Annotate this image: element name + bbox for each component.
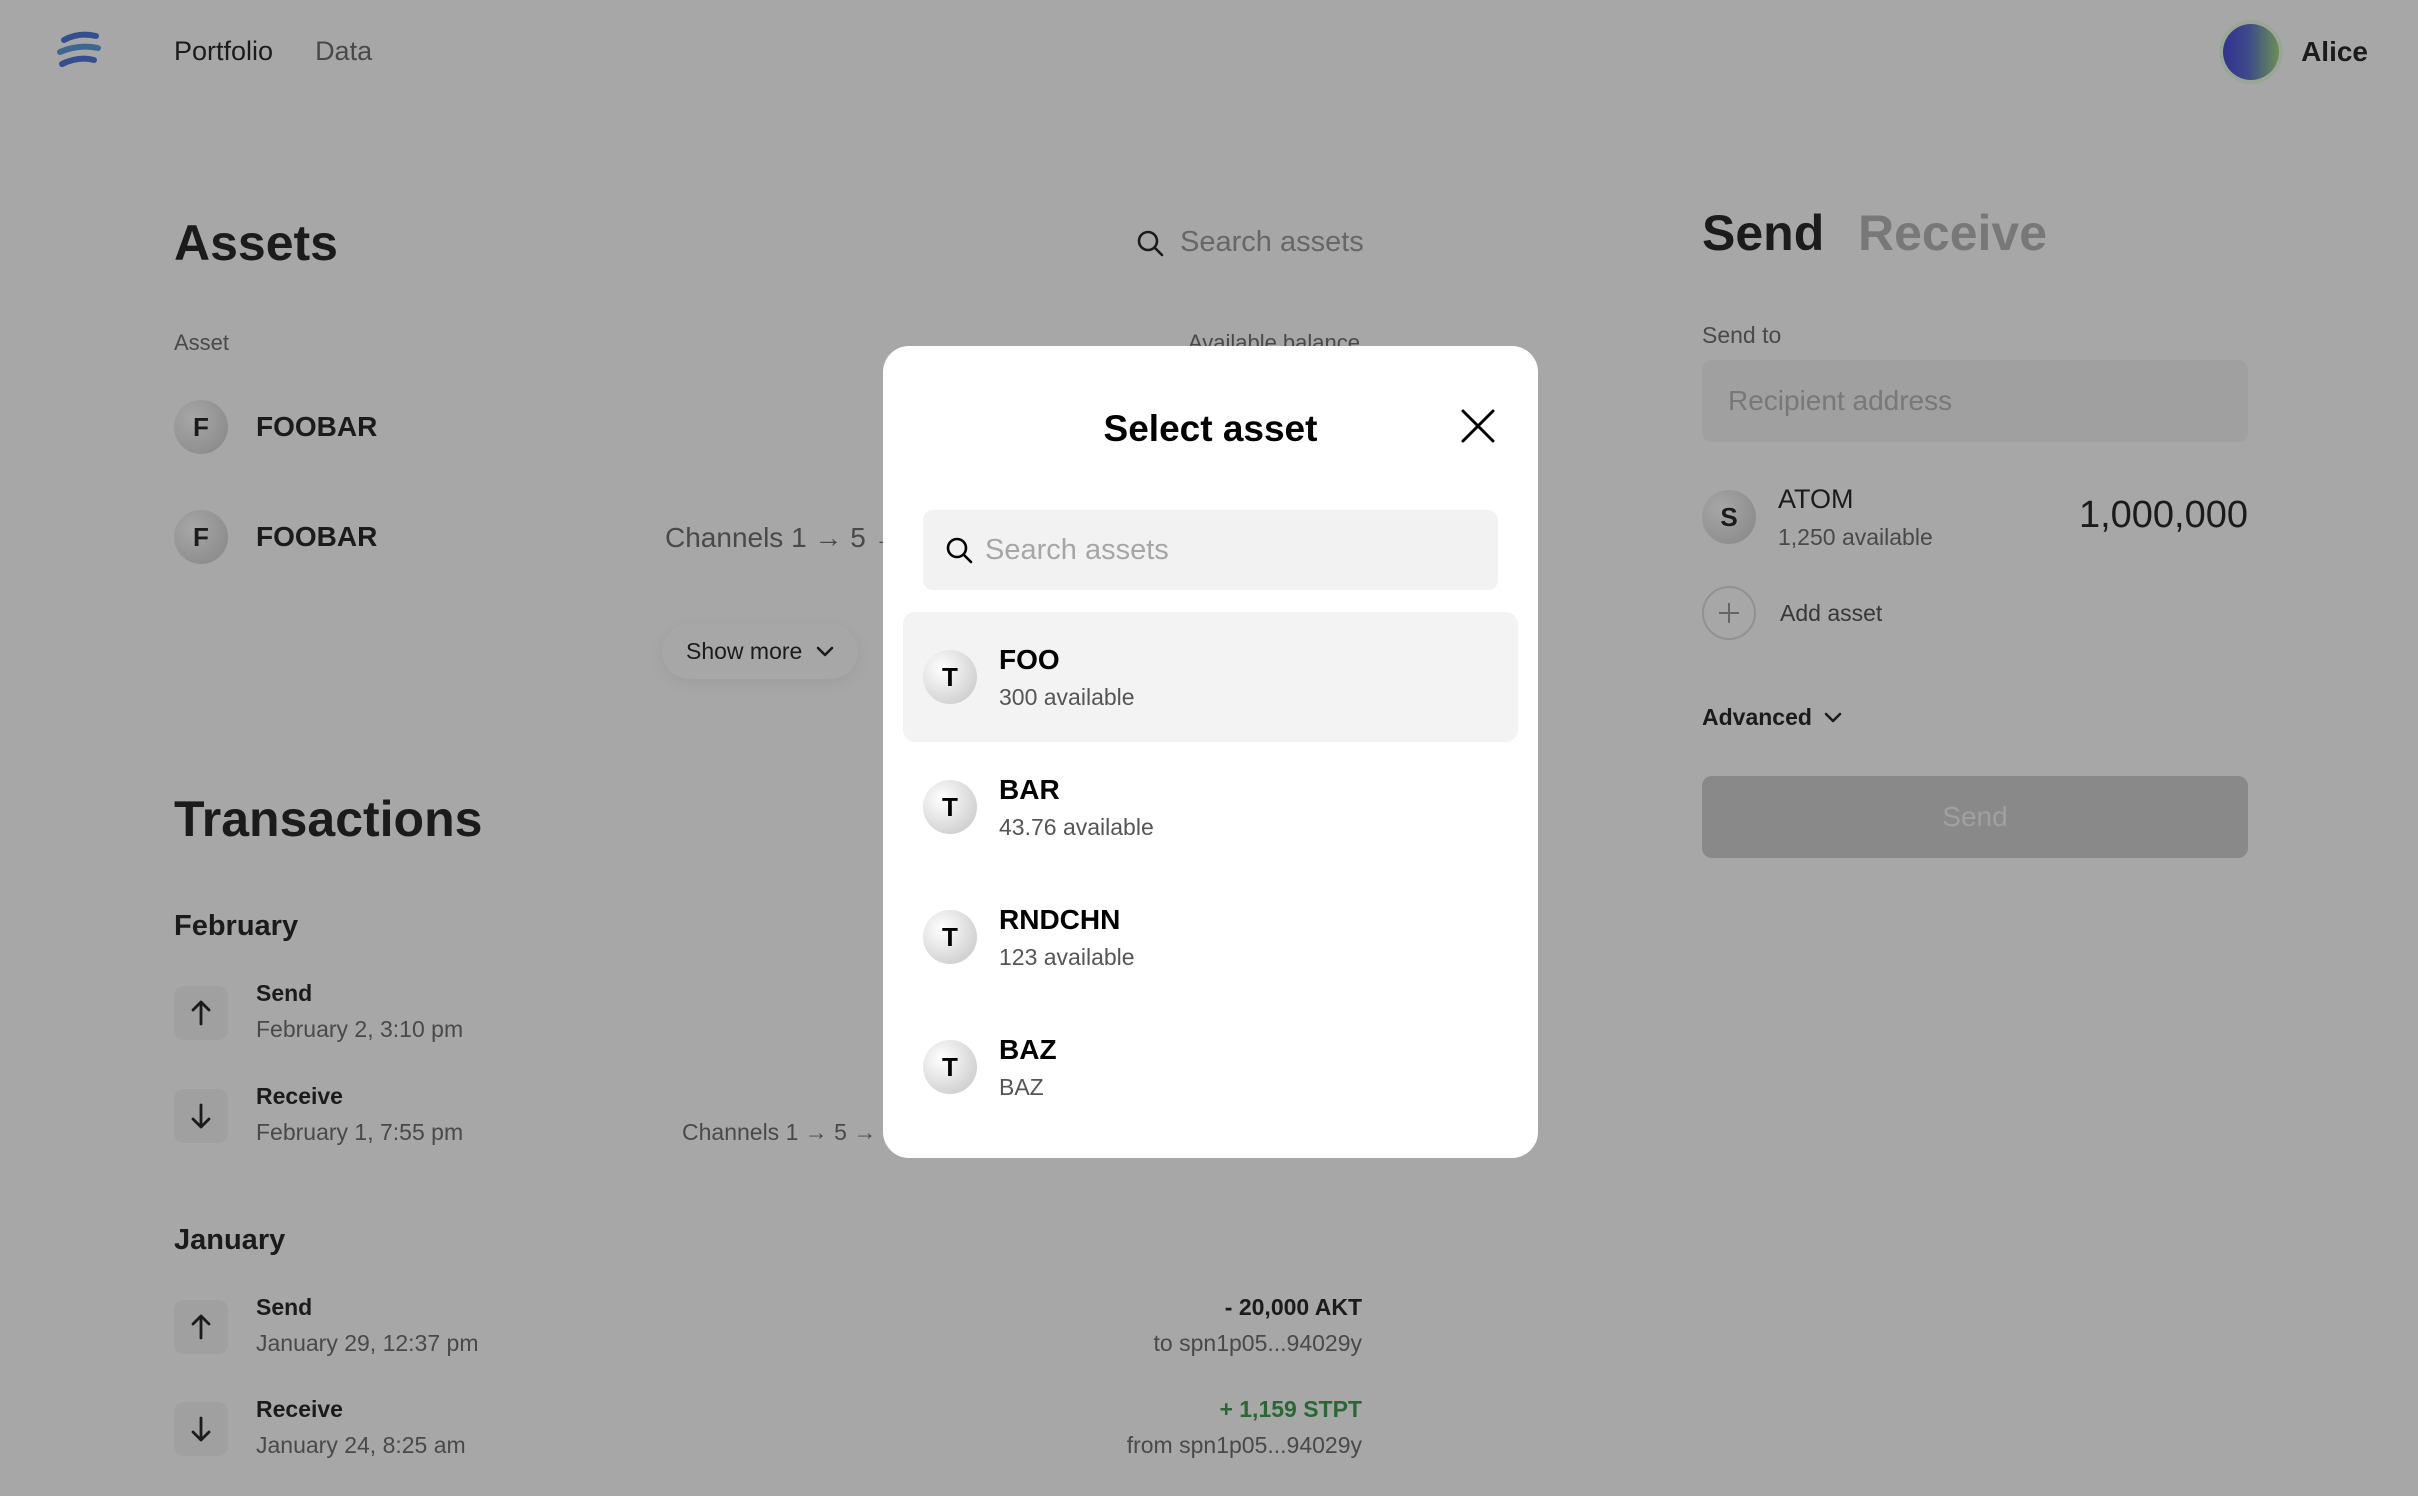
asset-token-icon: T [923,910,977,964]
select-asset-modal: Select asset T FOO 300 available T BAR 4… [883,346,1538,1158]
asset-list-item-bar[interactable]: T BAR 43.76 available [903,742,1518,872]
asset-item-available: 43.76 available [999,814,1154,840]
asset-token-icon: T [923,650,977,704]
asset-token-icon: T [923,780,977,834]
close-icon[interactable] [1460,408,1496,444]
asset-list-item-baz[interactable]: T BAZ BAZ [903,1002,1518,1132]
asset-list: T FOO 300 available T BAR 43.76 availabl… [903,612,1518,1132]
modal-search-field[interactable] [923,510,1498,590]
modal-title: Select asset [1103,408,1318,449]
asset-item-name: RNDCHN [999,904,1121,935]
asset-item-available: 300 available [999,684,1135,710]
asset-token-icon: T [923,1040,977,1094]
asset-item-name: BAR [999,774,1060,805]
asset-item-available: BAZ [999,1074,1044,1100]
asset-list-item-rndchn[interactable]: T RNDCHN 123 available [903,872,1518,1002]
search-icon [946,537,973,564]
modal-search-input[interactable] [985,510,1475,590]
asset-list-item-foo[interactable]: T FOO 300 available [903,612,1518,742]
asset-item-name: FOO [999,644,1060,675]
asset-item-name: BAZ [999,1034,1057,1065]
asset-item-available: 123 available [999,944,1135,970]
